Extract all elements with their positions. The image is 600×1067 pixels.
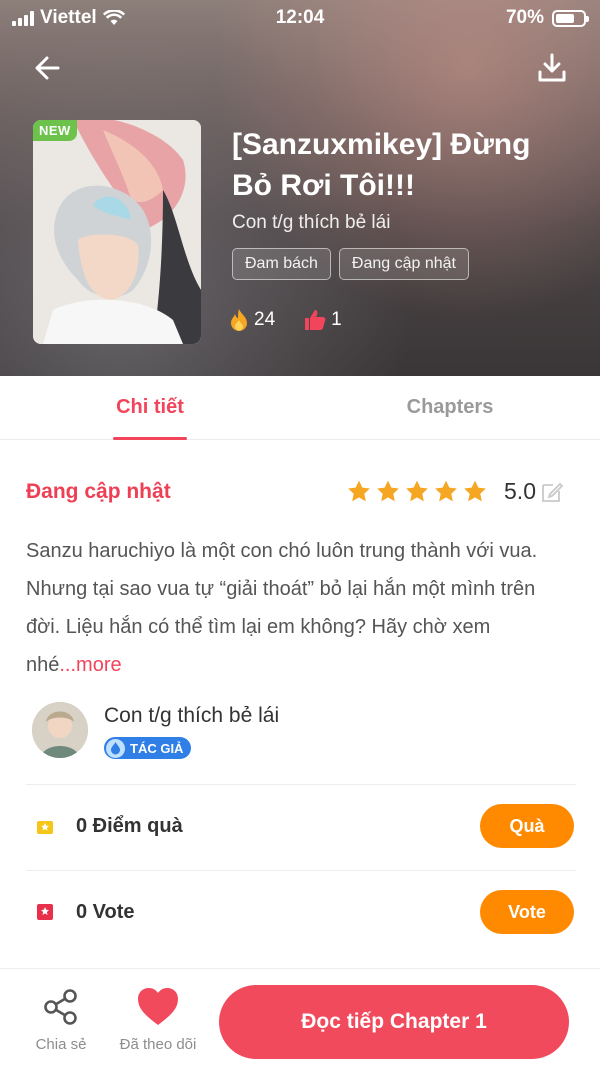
rating-value: 5.0 bbox=[504, 478, 536, 504]
author-row[interactable]: Con t/g thích bẻ lái TÁC GIẢ bbox=[32, 702, 572, 762]
badge-icon bbox=[106, 738, 125, 758]
edit-icon[interactable] bbox=[540, 480, 564, 504]
follow-button[interactable]: Đã theo dõi bbox=[112, 987, 204, 1053]
download-icon bbox=[538, 53, 566, 82]
back-button[interactable] bbox=[30, 50, 66, 86]
new-badge: NEW bbox=[33, 120, 77, 141]
tag-status[interactable]: Đang cập nhật bbox=[338, 248, 469, 280]
fire-icon bbox=[231, 309, 247, 331]
gift-row: 0 Điểm quà Quà bbox=[26, 784, 576, 870]
author-badge-label: TÁC GIẢ bbox=[130, 740, 184, 756]
author-badge: TÁC GIẢ bbox=[104, 737, 192, 759]
follow-label: Đã theo dõi bbox=[119, 1036, 197, 1053]
tag-genre[interactable]: Đam bách bbox=[232, 248, 331, 280]
fire-count: 24 bbox=[254, 309, 276, 330]
avatar[interactable] bbox=[32, 702, 88, 758]
heart-icon bbox=[138, 988, 178, 1025]
tab-bar: Chi tiết Chapters bbox=[0, 376, 600, 440]
story-header: Viettel 12:04 70% NEW [Sanzuxmikey] Đừng… bbox=[0, 0, 600, 376]
vote-row: 0 Vote Vote bbox=[26, 870, 576, 956]
thumbs-up-icon bbox=[305, 310, 326, 330]
battery-fill bbox=[556, 13, 575, 23]
gift-button[interactable]: Quà bbox=[480, 804, 574, 848]
tab-detail[interactable]: Chi tiết bbox=[100, 376, 200, 440]
tab-chapters[interactable]: Chapters bbox=[395, 376, 505, 440]
star-icon bbox=[464, 480, 486, 501]
more-link[interactable]: ...more bbox=[59, 654, 121, 676]
like-stat: 1 bbox=[303, 308, 342, 332]
fire-stat: 24 bbox=[228, 308, 275, 332]
share-label: Chia sẻ bbox=[35, 1036, 87, 1053]
share-button[interactable]: Chia sẻ bbox=[24, 987, 98, 1053]
download-button[interactable] bbox=[534, 50, 570, 86]
story-stats: 24 1 bbox=[228, 308, 342, 332]
star-icon bbox=[348, 480, 370, 501]
like-count: 1 bbox=[331, 309, 342, 330]
rating: 5.0 bbox=[346, 478, 564, 505]
battery-percent: 70% bbox=[505, 7, 544, 28]
tag-list: Đam bách Đang cập nhật bbox=[232, 248, 469, 280]
cover-illustration bbox=[33, 120, 201, 344]
share-icon bbox=[44, 989, 77, 1025]
star-icon bbox=[377, 480, 399, 501]
vote-button[interactable]: Vote bbox=[480, 890, 574, 934]
star-icon bbox=[435, 480, 457, 501]
cover-image[interactable]: NEW bbox=[33, 120, 201, 344]
rating-stars bbox=[346, 479, 488, 505]
arrow-left-icon bbox=[35, 56, 60, 80]
avatar-image bbox=[32, 702, 88, 758]
gift-label: 0 Điểm quà bbox=[76, 815, 183, 837]
vote-ticket-icon bbox=[37, 904, 53, 920]
vote-label: 0 Vote bbox=[76, 901, 135, 923]
star-icon bbox=[406, 480, 428, 501]
story-title: [Sanzuxmikey] Đừng Bỏ Rơi Tôi!!! bbox=[232, 128, 531, 202]
story-description: Sanzu haruchiyo là một con chó luôn trun… bbox=[26, 532, 566, 684]
gift-icon bbox=[37, 821, 53, 834]
update-status: Đang cập nhật bbox=[26, 480, 171, 503]
bottom-action-bar: Chia sẻ Đã theo dõi Đọc tiếp Chapter 1 bbox=[0, 968, 600, 1067]
battery-icon bbox=[552, 9, 589, 27]
status-bar: Viettel 12:04 70% bbox=[0, 0, 600, 36]
header-author[interactable]: Con t/g thích bẻ lái bbox=[232, 212, 390, 234]
read-next-chapter-button[interactable]: Đọc tiếp Chapter 1 bbox=[219, 985, 569, 1059]
author-name[interactable]: Con t/g thích bẻ lái bbox=[104, 704, 279, 728]
